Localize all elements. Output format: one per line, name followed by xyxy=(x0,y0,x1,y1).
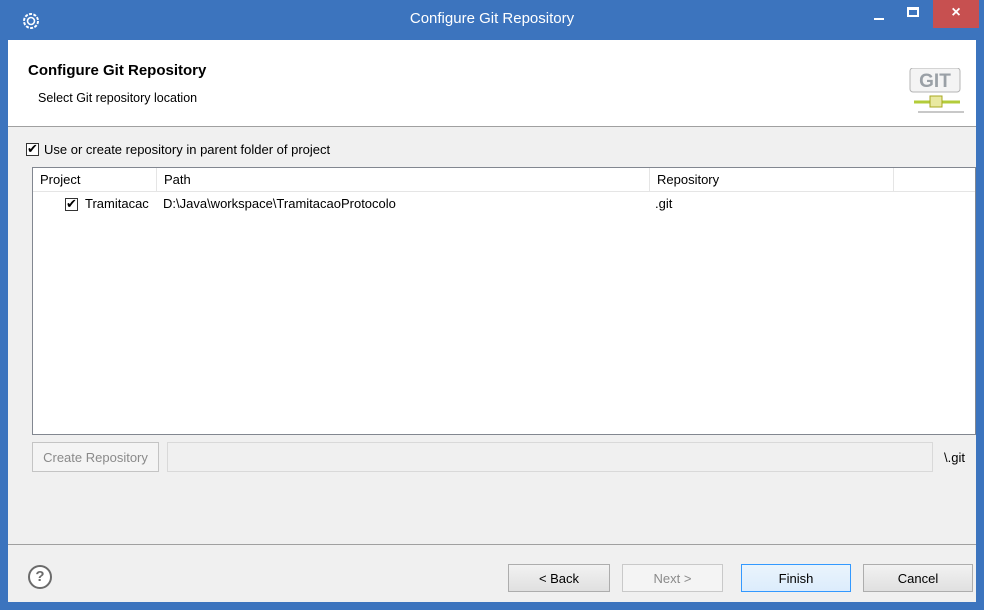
back-button[interactable]: < Back xyxy=(508,564,610,592)
maximize-button[interactable] xyxy=(900,0,926,28)
table-header: Project Path Repository xyxy=(33,168,975,192)
column-header-project[interactable]: Project xyxy=(33,168,157,192)
dialog-body: Configure Git Repository Select Git repo… xyxy=(8,40,976,602)
finish-button[interactable]: Finish xyxy=(741,564,851,592)
column-header-repository[interactable]: Repository xyxy=(650,168,894,192)
row-project-name: Tramitacac xyxy=(85,196,149,211)
project-row-checkbox[interactable]: ✔ xyxy=(65,196,78,211)
table-row[interactable]: ✔ Tramitacac D:\Java\workspace\Tramitaca… xyxy=(33,193,975,215)
git-logo-icon: GIT xyxy=(909,68,964,113)
close-button[interactable]: × xyxy=(933,0,979,28)
minimize-button[interactable] xyxy=(866,0,892,28)
maximize-icon xyxy=(907,7,919,17)
title-bar[interactable]: Configure Git Repository × xyxy=(0,0,984,40)
projects-table[interactable]: Project Path Repository ✔ Tramitacac D:\… xyxy=(32,167,976,435)
window-title: Configure Git Repository xyxy=(409,10,575,27)
close-icon: × xyxy=(951,4,961,21)
git-logo-text: GIT xyxy=(919,71,951,92)
use-parent-folder-label: Use or create repository in parent folde… xyxy=(44,142,331,157)
git-suffix-label: \.git xyxy=(944,450,965,465)
wizard-subtitle: Select Git repository location xyxy=(38,91,198,105)
minimize-icon xyxy=(874,18,884,20)
next-button[interactable]: Next > xyxy=(622,564,723,592)
column-header-filler xyxy=(894,168,975,192)
wizard-header: Configure Git Repository Select Git repo… xyxy=(8,40,976,127)
row-repository: .git xyxy=(655,196,673,211)
checkmark-icon: ✔ xyxy=(27,141,38,156)
row-project-path: D:\Java\workspace\TramitacaoProtocolo xyxy=(163,196,396,211)
create-repository-button[interactable]: Create Repository xyxy=(32,442,159,472)
repository-path-field[interactable] xyxy=(167,442,933,472)
dialog-window: Configure Git Repository × Configure Git… xyxy=(0,0,984,610)
column-header-path[interactable]: Path xyxy=(157,168,650,192)
checkmark-icon: ✔ xyxy=(66,196,77,211)
footer-divider xyxy=(8,544,976,545)
help-icon[interactable]: ? xyxy=(28,565,52,589)
wizard-title: Configure Git Repository xyxy=(28,62,207,79)
cancel-button[interactable]: Cancel xyxy=(863,564,973,592)
use-parent-folder-checkbox[interactable]: ✔ xyxy=(26,141,39,156)
